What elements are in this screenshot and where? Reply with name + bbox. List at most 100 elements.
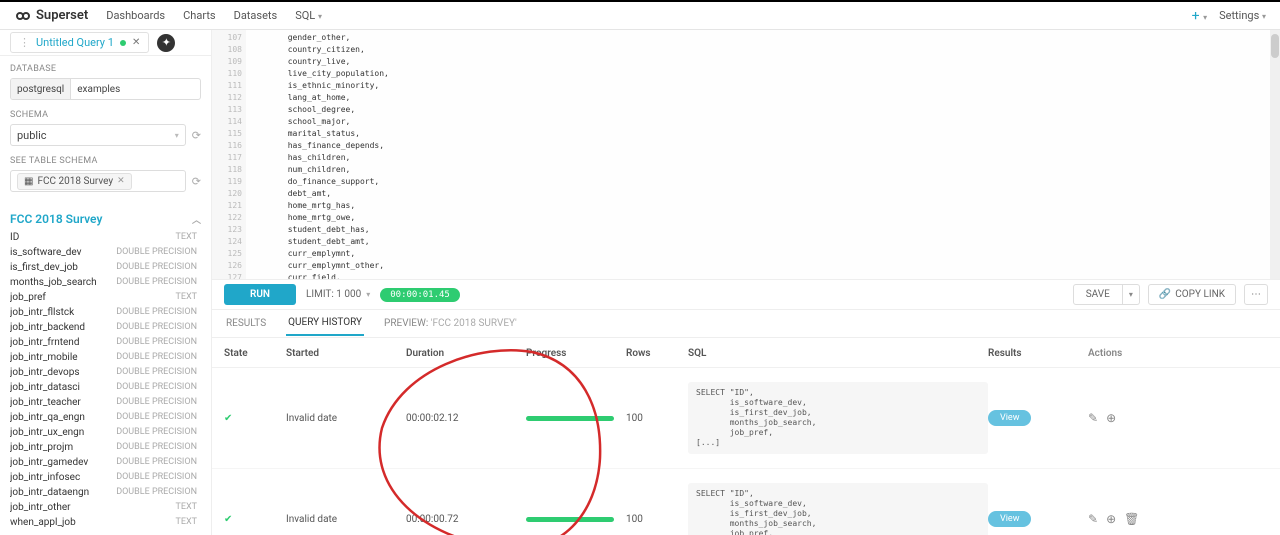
column-type: DOUBLE PRECISION <box>116 397 197 408</box>
nav-dashboards[interactable]: Dashboards <box>106 9 165 22</box>
column-name: job_intr_ux_engn <box>10 427 84 438</box>
started-cell: Invalid date <box>286 514 406 525</box>
more-actions-button[interactable]: ⋯ <box>1244 284 1268 305</box>
success-icon: ✔ <box>224 514 232 525</box>
column-row[interactable]: job_intr_datasciDOUBLE PRECISION <box>10 380 197 395</box>
column-name: job_intr_fllstck <box>10 307 74 318</box>
close-tab-icon[interactable]: ✕ <box>132 37 140 48</box>
navbar: Superset Dashboards Charts Datasets SQL … <box>0 2 1280 30</box>
new-button[interactable]: + ▾ <box>1192 8 1207 24</box>
trash-icon[interactable]: 🗑 <box>1124 512 1139 526</box>
column-row[interactable]: job_intr_frntendDOUBLE PRECISION <box>10 335 197 350</box>
column-row[interactable]: job_intr_gamedevDOUBLE PRECISION <box>10 455 197 470</box>
column-row[interactable]: job_intr_ux_engn DOUBLE PRECISION <box>10 425 197 440</box>
column-name: job_intr_mobile <box>10 352 78 363</box>
duration-cell: 00:00:00.72 <box>406 514 526 525</box>
column-row[interactable]: job_intr_infosec DOUBLE PRECISION <box>10 470 197 485</box>
right-panel: 107 108 109 110 111 112 113 114 115 116 … <box>212 30 1280 535</box>
column-row[interactable]: when_appl_jobTEXT <box>10 515 197 527</box>
brand-logo[interactable]: Superset <box>14 8 88 23</box>
column-row[interactable]: is_first_dev_jobDOUBLE PRECISION <box>10 260 197 275</box>
run-bar: RUN LIMIT: 1 000 ▾ 00:00:01.45 SAVE ▾ 🔗 … <box>212 280 1280 310</box>
column-type: DOUBLE PRECISION <box>116 442 197 453</box>
column-row[interactable]: job_intr_mobileDOUBLE PRECISION <box>10 350 197 365</box>
run-button[interactable]: RUN <box>224 284 296 305</box>
tab-query-history[interactable]: QUERY HISTORY <box>286 311 364 336</box>
remove-table-icon[interactable]: ✕ <box>117 176 125 186</box>
see-table-label: SEE TABLE SCHEMA <box>10 156 201 166</box>
column-row[interactable]: job_intr_teacher DOUBLE PRECISION <box>10 395 197 410</box>
edit-icon[interactable]: ✎ <box>1088 411 1098 425</box>
column-row[interactable]: months_job_searchDOUBLE PRECISION <box>10 275 197 290</box>
column-name: job_pref <box>10 292 46 303</box>
column-name: months_job_search <box>10 277 97 288</box>
table-select[interactable]: ▦ FCC 2018 Survey ✕ <box>10 170 186 192</box>
database-select[interactable]: postgresql examples <box>10 78 201 100</box>
nav-sql[interactable]: SQL ▾ <box>295 9 322 22</box>
copy-link-button[interactable]: 🔗 COPY LINK <box>1148 284 1236 305</box>
column-type: DOUBLE PRECISION <box>116 427 197 438</box>
add-tab-button[interactable]: ✦ <box>157 34 175 52</box>
table-chip[interactable]: ▦ FCC 2018 Survey ✕ <box>17 173 132 190</box>
nav-settings[interactable]: Settings ▾ <box>1219 9 1266 22</box>
column-row[interactable]: job_intr_dataengnDOUBLE PRECISION <box>10 485 197 500</box>
started-cell: Invalid date <box>286 413 406 424</box>
history-row: ✔Invalid date00:00:02.12100SELECT "ID", … <box>212 368 1280 469</box>
progress-bar <box>526 416 614 421</box>
link-icon: 🔗 <box>1159 289 1171 300</box>
column-name: job_intr_other <box>10 502 71 513</box>
limit-label[interactable]: LIMIT: 1 000 ▾ <box>306 289 370 300</box>
tab-preview[interactable]: PREVIEW: 'FCC 2018 SURVEY' <box>382 312 519 335</box>
schema-label: SCHEMA <box>10 110 201 120</box>
schema-select[interactable]: public ▾ <box>10 124 186 146</box>
column-row[interactable]: job_intr_projmDOUBLE PRECISION <box>10 440 197 455</box>
nav-charts[interactable]: Charts <box>183 9 215 22</box>
column-type: DOUBLE PRECISION <box>116 472 197 483</box>
column-row[interactable]: job_intr_fllstck DOUBLE PRECISION <box>10 305 197 320</box>
superset-logo-icon <box>14 11 32 21</box>
column-row[interactable]: is_software_devDOUBLE PRECISION <box>10 245 197 260</box>
tab-results[interactable]: RESULTS <box>224 312 268 335</box>
add-icon[interactable]: ⊕ <box>1106 411 1116 425</box>
column-row[interactable]: job_intr_otherTEXT <box>10 500 197 515</box>
column-type: TEXT <box>176 232 198 243</box>
save-menu-button[interactable]: ▾ <box>1123 284 1140 305</box>
rows-cell: 100 <box>626 413 688 424</box>
column-name: job_intr_gamedev <box>10 457 88 468</box>
refresh-schema-icon[interactable]: ⟳ <box>192 129 201 142</box>
column-name: job_intr_teacher <box>10 397 81 408</box>
column-row[interactable]: job_intr_backendDOUBLE PRECISION <box>10 320 197 335</box>
duration-cell: 00:00:02.12 <box>406 413 526 424</box>
save-button[interactable]: SAVE <box>1073 284 1123 305</box>
column-name: job_intr_infosec <box>10 472 80 483</box>
query-tab-title: Untitled Query 1 <box>36 36 114 49</box>
nav-datasets[interactable]: Datasets <box>234 9 278 22</box>
column-row[interactable]: IDTEXT <box>10 230 197 245</box>
view-button[interactable]: View <box>988 410 1031 426</box>
column-type: DOUBLE PRECISION <box>116 307 197 318</box>
rows-cell: 100 <box>626 514 688 525</box>
editor-code[interactable]: gender_other, country_citizen, country_l… <box>246 30 1280 279</box>
query-history-panel: State Started Duration Progress Rows SQL… <box>212 338 1280 535</box>
view-button[interactable]: View <box>988 511 1031 527</box>
progress-bar <box>526 517 614 522</box>
collapse-icon[interactable]: ︿ <box>192 213 201 226</box>
sql-snippet: SELECT "ID", is_software_dev, is_first_d… <box>688 483 988 535</box>
table-title[interactable]: FCC 2018 Survey ︿ <box>10 212 201 226</box>
column-name: job_intr_devops <box>10 367 79 378</box>
query-tab[interactable]: ⋮ Untitled Query 1 ✕ <box>10 32 149 53</box>
timer-badge: 00:00:01.45 <box>380 288 460 302</box>
history-header: State Started Duration Progress Rows SQL… <box>212 338 1280 368</box>
column-list[interactable]: IDTEXTis_software_devDOUBLE PRECISIONis_… <box>10 230 201 527</box>
editor-scrollbar[interactable] <box>1270 30 1280 279</box>
column-row[interactable]: job_intr_devopsDOUBLE PRECISION <box>10 365 197 380</box>
add-icon[interactable]: ⊕ <box>1106 512 1116 526</box>
edit-icon[interactable]: ✎ <box>1088 512 1098 526</box>
column-row[interactable]: job_prefTEXT <box>10 290 197 305</box>
column-row[interactable]: job_intr_qa_engnDOUBLE PRECISION <box>10 410 197 425</box>
editor-gutter: 107 108 109 110 111 112 113 114 115 116 … <box>212 30 246 279</box>
sql-editor[interactable]: 107 108 109 110 111 112 113 114 115 116 … <box>212 30 1280 280</box>
results-tabs: RESULTS QUERY HISTORY PREVIEW: 'FCC 2018… <box>212 310 1280 338</box>
refresh-table-icon[interactable]: ⟳ <box>192 175 201 188</box>
history-row: ✔ Invalid date00:00:00.72 100SELECT "ID", … <box>212 469 1280 535</box>
